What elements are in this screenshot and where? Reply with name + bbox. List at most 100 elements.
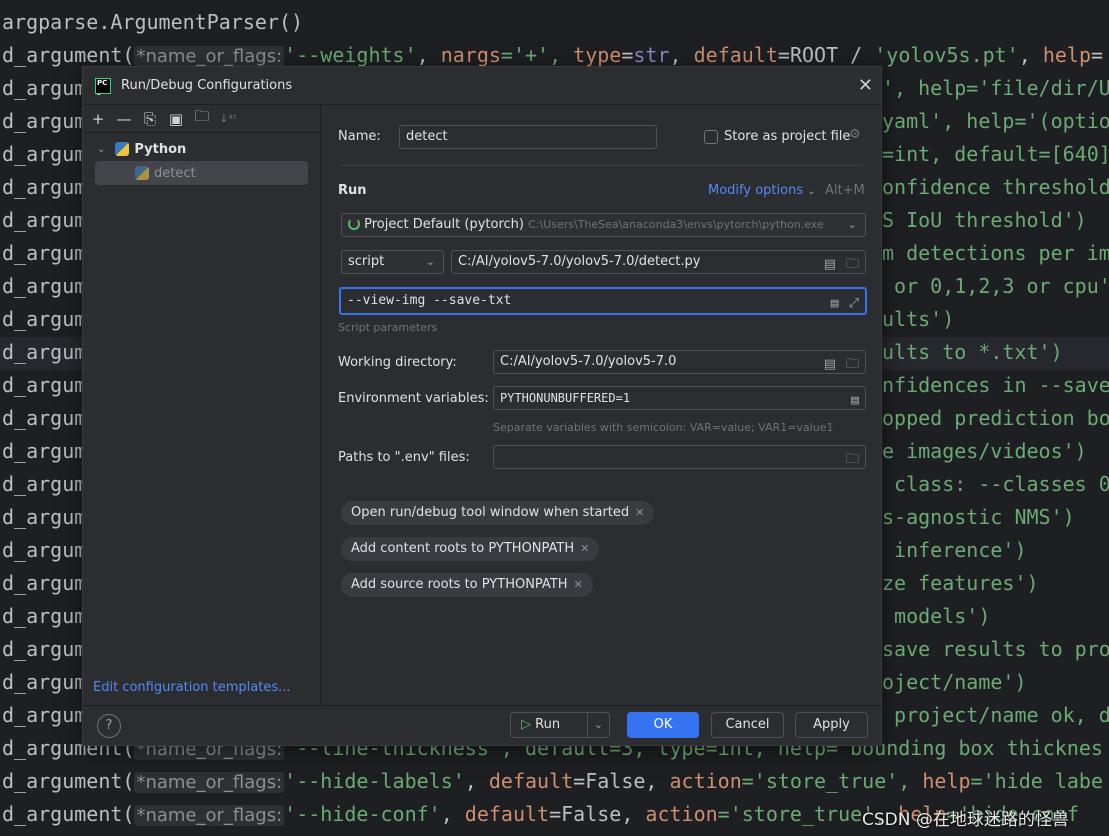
env-value: PYTHONUNBUFFERED=1: [500, 391, 631, 405]
copy-icon[interactable]: ⎘: [139, 110, 161, 128]
script-parameters-value: --view-img --save-txt: [347, 293, 512, 308]
chip-source-roots[interactable]: Add source roots to PYTHONPATH ✕: [341, 573, 593, 597]
new-folder-icon[interactable]: 🗀: [191, 106, 213, 131]
dialog-footer: ? ▷ Run ⌄ OK Cancel Apply: [83, 705, 881, 745]
edit-templates-link[interactable]: Edit configuration templates...: [93, 680, 291, 695]
store-checkbox[interactable]: [704, 130, 718, 144]
document-icon[interactable]: ▤: [831, 292, 839, 316]
tree-item-label: detect: [154, 165, 196, 181]
chip-label: Add source roots to PYTHONPATH: [351, 577, 568, 592]
dialog-title: Run/Debug Configurations: [121, 78, 293, 93]
workdir-value: C:/AI/yolov5-7.0/yolov5-7.0: [500, 354, 677, 369]
code-line-tail: m detections per im: [882, 241, 1109, 265]
chevron-down-icon: ⌄: [97, 143, 106, 155]
python-icon: [115, 142, 130, 156]
code-line: d_argum: [2, 373, 87, 397]
play-icon: ▷: [521, 717, 531, 732]
add-icon[interactable]: +: [87, 110, 109, 128]
code-line-tail: models'): [882, 604, 991, 628]
close-icon[interactable]: ✕: [858, 75, 873, 96]
code-line: d_argum: [2, 571, 87, 595]
script-type-select[interactable]: script ⌄: [341, 250, 444, 274]
dialog-title-bar[interactable]: PC _ Run/Debug Configurations ✕: [83, 67, 881, 105]
remove-chip-icon[interactable]: ✕: [635, 506, 644, 519]
gear-icon[interactable]: ⚙: [849, 127, 861, 142]
expand-icon[interactable]: ⤢: [849, 292, 859, 316]
folder-icon[interactable]: 🗀: [846, 449, 859, 471]
tree-item-detect[interactable]: detect: [95, 161, 308, 185]
code-line: d_argum: [2, 340, 87, 364]
code-line: d_argum: [2, 109, 87, 133]
name-label: Name:: [338, 129, 381, 144]
folder-icon[interactable]: 🗀: [846, 254, 859, 276]
python-icon: [135, 166, 149, 180]
code-line: d_argum: [2, 637, 87, 661]
run-label: Run: [535, 717, 561, 732]
code-line-tail: or 0,1,2,3 or cpu': [882, 274, 1109, 298]
code-line: argparse.ArgumentParser(): [2, 10, 304, 34]
env-input[interactable]: PYTHONUNBUFFERED=1 ▤: [493, 386, 866, 410]
code-line: d_argum: [2, 175, 87, 199]
code-line: d_argum: [2, 505, 87, 529]
config-tree-panel: + — ⎘ ▣ 🗀 ↓ᵃᶻ ⌄ Python detect Edit confi…: [83, 105, 321, 705]
code-line-tail: project/name ok, d: [882, 703, 1109, 727]
chevron-down-icon[interactable]: ⌄: [587, 713, 609, 737]
code-line: d_argum: [2, 670, 87, 694]
code-line-tail: S IoU threshold'): [882, 208, 1087, 232]
script-parameters-input[interactable]: --view-img --save-txt ▤ ⤢: [339, 287, 867, 315]
document-icon[interactable]: ▤: [851, 390, 859, 412]
modify-options-link[interactable]: Modify options ⌄: [708, 183, 816, 198]
code-line: d_argum: [2, 208, 87, 232]
dotenv-input[interactable]: 🗀: [493, 445, 866, 469]
interpreter-path: C:\Users\TheSea\anaconda3\envs\pytorch\p…: [528, 218, 824, 231]
sort-icon[interactable]: ↓ᵃᶻ: [217, 112, 239, 125]
chip-open-tool-window[interactable]: Open run/debug tool window when started ✕: [341, 501, 655, 525]
folder-icon[interactable]: 🗀: [846, 354, 859, 376]
remove-chip-icon[interactable]: ✕: [574, 578, 583, 591]
code-line-tail: yaml', help='(optio: [882, 109, 1109, 133]
code-line-tail: onfidence threshold: [882, 175, 1109, 199]
script-path-input[interactable]: C:/AI/yolov5-7.0/yolov5-7.0/detect.py ▤ 🗀: [451, 250, 866, 274]
save-icon[interactable]: ▣: [165, 110, 187, 128]
chip-content-roots[interactable]: Add content roots to PYTHONPATH ✕: [341, 537, 600, 561]
cancel-button[interactable]: Cancel: [711, 712, 784, 738]
name-input[interactable]: detect: [399, 125, 657, 149]
remove-icon[interactable]: —: [113, 110, 135, 128]
code-line: d_argum: [2, 76, 87, 100]
code-line-tail: save results to pro: [882, 637, 1109, 661]
code-line-tail: ze features'): [882, 571, 1039, 595]
apply-button[interactable]: Apply: [795, 712, 868, 738]
code-line: d_argum: [2, 406, 87, 430]
watermark: CSDN @在地球迷路的怪兽: [862, 810, 1069, 830]
workdir-label: Working directory:: [338, 355, 457, 370]
help-button[interactable]: ?: [97, 714, 121, 738]
store-label[interactable]: Store as project file: [724, 129, 850, 144]
run-button[interactable]: ▷ Run ⌄: [510, 712, 610, 738]
code-line-tail: ', help='file/dir/U: [882, 76, 1109, 100]
document-icon[interactable]: ▤: [824, 354, 836, 376]
code-line: d_argument(*name_or_flags: '--hide-labels…: [2, 769, 1103, 793]
code-line: d_argum: [2, 604, 87, 628]
script-type-value: script: [348, 254, 385, 269]
interpreter-select[interactable]: Project Default (pytorch) C:\Users\TheSe…: [341, 213, 866, 237]
divider: [338, 165, 863, 166]
workdir-input[interactable]: C:/AI/yolov5-7.0/yolov5-7.0 ▤ 🗀: [493, 350, 866, 374]
loading-spinner-icon: [348, 218, 360, 230]
config-form: Name: detect Store as project file ⚙ Run…: [321, 105, 881, 705]
code-line-tail: nfidences in --save: [882, 373, 1109, 397]
code-line: d_argum: [2, 241, 87, 265]
document-icon[interactable]: ▤: [824, 254, 836, 276]
remove-chip-icon[interactable]: ✕: [580, 542, 589, 555]
ok-button[interactable]: OK: [627, 712, 699, 738]
code-line-tail: e images/videos'): [882, 439, 1087, 463]
code-line-tail: opped prediction bo: [882, 406, 1109, 430]
code-line-tail: ults'): [882, 307, 955, 331]
modify-options-shortcut: Alt+M: [825, 183, 865, 198]
tree-toolbar: + — ⎘ ▣ 🗀 ↓ᵃᶻ: [83, 105, 320, 133]
tree-group-python[interactable]: ⌄ Python: [83, 137, 320, 161]
tree-group-label: Python: [134, 141, 187, 157]
script-path-value: C:/AI/yolov5-7.0/yolov5-7.0/detect.py: [458, 254, 701, 269]
code-line-tail: inference'): [882, 538, 1027, 562]
env-hint: Separate variables with semicolon: VAR=v…: [493, 421, 834, 434]
code-line-tail: ults to *.txt'): [882, 340, 1063, 364]
